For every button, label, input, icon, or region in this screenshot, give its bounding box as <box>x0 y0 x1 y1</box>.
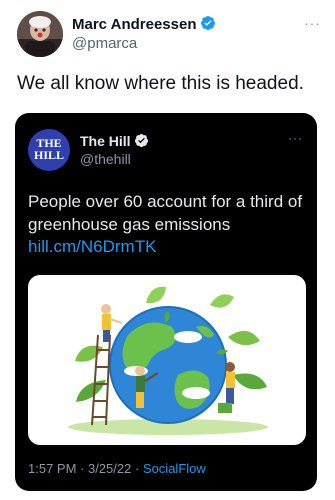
author-name[interactable]: Marc Andreessen <box>72 16 197 33</box>
quoted-tweet-link[interactable]: hill.cm/N6DrmTK <box>28 237 156 257</box>
quoted-name-row[interactable]: The Hill <box>80 133 149 151</box>
the-hill-logo-line2: HILL <box>33 148 64 162</box>
author-name-row[interactable]: Marc Andreessen <box>72 15 216 35</box>
profile-photo-icon <box>17 11 63 57</box>
earth-illustration-icon <box>68 286 268 435</box>
tweet-text: We all know where this is headed. <box>17 73 304 94</box>
quoted-tweet-image[interactable] <box>28 275 306 445</box>
author-avatar[interactable] <box>17 11 63 57</box>
quoted-tweet-card[interactable]: THE HILL The Hill @thehill ··· People ov… <box>15 113 317 491</box>
quoted-author-handle[interactable]: @thehill <box>80 151 131 167</box>
author-handle[interactable]: @pmarca <box>72 35 137 52</box>
quoted-tweet-footer: 1:57 PM · 3/25/22 · SocialFlow <box>28 461 206 476</box>
the-hill-avatar[interactable]: THE HILL <box>28 129 70 171</box>
more-options-icon[interactable]: ··· <box>304 15 321 31</box>
quoted-more-options-icon[interactable]: ··· <box>288 131 303 145</box>
quoted-verified-badge-icon <box>134 133 149 151</box>
quoted-source[interactable]: SocialFlow <box>143 461 206 476</box>
quoted-timestamp[interactable]: 1:57 PM · 3/25/22 · <box>28 461 143 476</box>
quoted-tweet-text: People over 60 account for a third of gr… <box>28 192 303 234</box>
verified-badge-icon <box>200 15 216 35</box>
quoted-author-name[interactable]: The Hill <box>80 133 131 149</box>
